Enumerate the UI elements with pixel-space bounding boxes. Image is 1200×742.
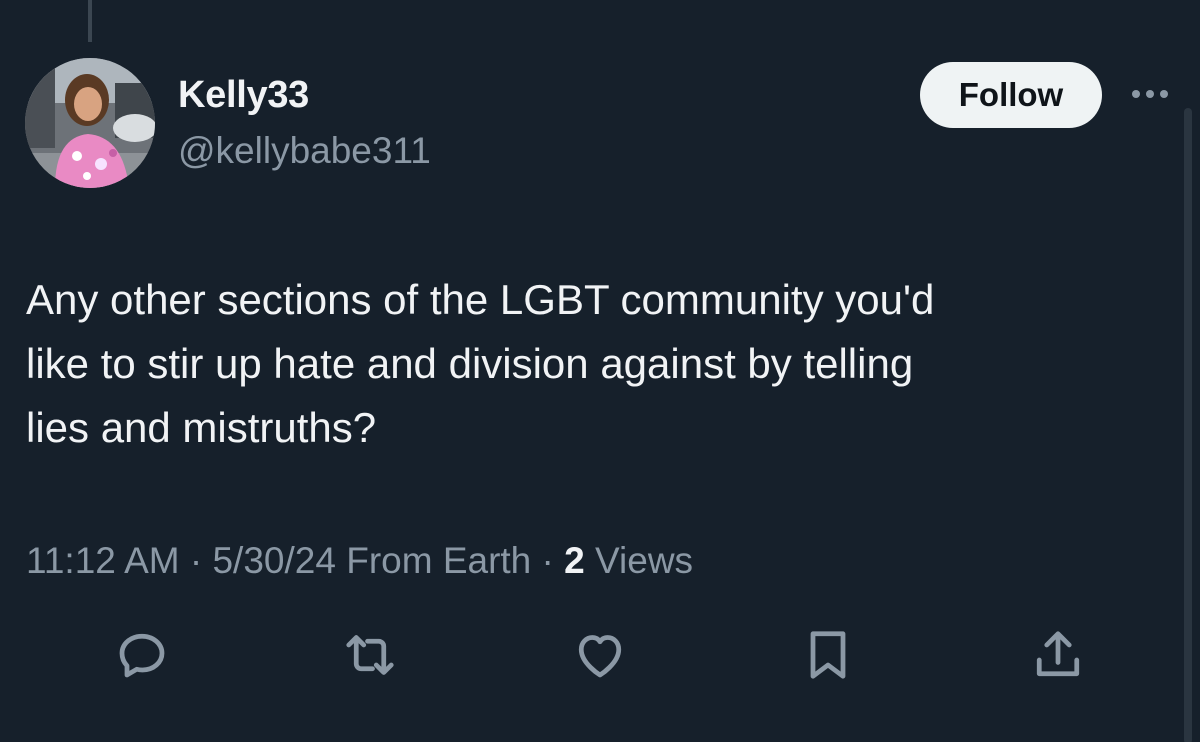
- bookmark-icon: [810, 631, 846, 679]
- author-handle[interactable]: @kellybabe311: [178, 130, 431, 172]
- thread-connector-line: [88, 0, 92, 42]
- views-count[interactable]: 2: [564, 540, 585, 581]
- tweet-text: Any other sections of the LGBT community…: [26, 276, 935, 451]
- reply-icon: [119, 633, 165, 678]
- follow-button[interactable]: Follow: [920, 62, 1102, 128]
- share-button[interactable]: [1028, 625, 1088, 685]
- avatar[interactable]: [25, 58, 155, 188]
- like-icon: [578, 635, 622, 678]
- share-icon: [1036, 631, 1080, 677]
- meta-separator: ·: [189, 540, 203, 581]
- more-options-icon[interactable]: [1128, 84, 1172, 104]
- tweet-date[interactable]: 5/30/24: [212, 540, 335, 581]
- tweet-meta: 11:12 AM · 5/30/24 From Earth · 2 Views: [26, 540, 693, 582]
- avatar-photo: [25, 58, 155, 188]
- meta-separator: ·: [541, 540, 554, 581]
- retweet-button[interactable]: [340, 625, 400, 685]
- like-button[interactable]: [570, 625, 630, 685]
- tweet-location: From Earth: [346, 540, 532, 581]
- bookmark-button[interactable]: [798, 625, 858, 685]
- tweet-time[interactable]: 11:12 AM: [26, 540, 180, 581]
- tweet-page: Kelly33 @kellybabe311 Follow Any other s…: [0, 0, 1200, 742]
- retweet-icon: [346, 635, 394, 675]
- reply-button[interactable]: [112, 625, 172, 685]
- author-display-name[interactable]: Kelly33: [178, 74, 309, 117]
- tweet-actions-bar: [0, 625, 1200, 695]
- views-label[interactable]: Views: [595, 540, 693, 581]
